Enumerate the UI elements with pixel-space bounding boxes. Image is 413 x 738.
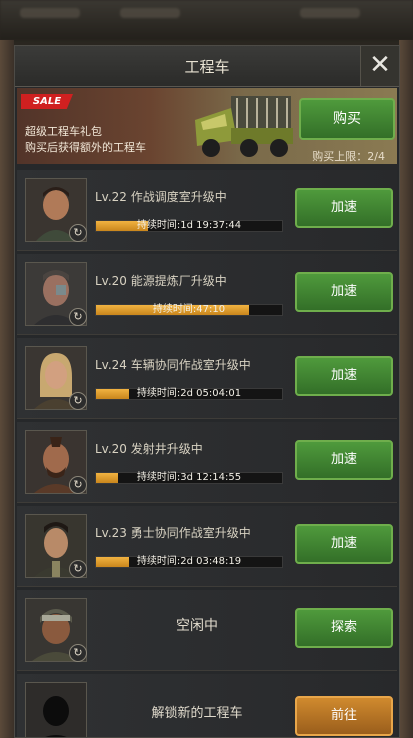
truck-image bbox=[195, 96, 293, 157]
timer-label: 持续时间:2d 05:04:01 bbox=[136, 388, 242, 399]
timer-label: 持续时间:2d 03:48:19 bbox=[136, 556, 242, 567]
task-label: Lv.20 能源提炼厂升级中 bbox=[95, 274, 227, 288]
close-button[interactable]: ✕ bbox=[360, 46, 399, 86]
idle-truck-slot: ↻ 空闲中 探索 bbox=[17, 590, 397, 671]
timer-label: 持续时间:3d 12:14:55 bbox=[136, 472, 242, 483]
buy-button[interactable]: 购买 bbox=[299, 98, 395, 140]
refresh-icon: ↻ bbox=[73, 646, 83, 659]
progress-bar: 持续时间:2d 05:04:01 bbox=[95, 388, 283, 400]
truck-slot: ↻ Lv.20 能源提炼厂升级中 持续时间:47:10 加速 bbox=[17, 254, 397, 335]
task-label: Lv.23 勇士协同作战室升级中 bbox=[95, 526, 251, 540]
refresh-icon: ↻ bbox=[73, 478, 83, 491]
background-left bbox=[0, 40, 14, 738]
progress-bar: 持续时间:47:10 bbox=[95, 304, 283, 316]
speed-up-button[interactable]: 加速 bbox=[295, 356, 393, 396]
engineering-truck-panel: 工程车 ✕ SALE 超级工程车礼包 购买后获得额外的工程车 购买 购买上限：2… bbox=[14, 45, 400, 738]
progress-bar: 持续时间:3d 12:14:55 bbox=[95, 472, 283, 484]
title-bar: 工程车 ✕ bbox=[15, 46, 399, 87]
refresh-icon: ↻ bbox=[73, 394, 83, 407]
swap-commander-button[interactable]: ↻ bbox=[69, 392, 87, 410]
truck-slot: ↻ Lv.20 发射井升级中 持续时间:3d 12:14:55 加速 bbox=[17, 422, 397, 503]
speed-up-button[interactable]: 加速 bbox=[295, 524, 393, 564]
swap-commander-button[interactable]: ↻ bbox=[69, 560, 87, 578]
refresh-icon: ↻ bbox=[73, 562, 83, 575]
gift-pack-description: 购买后获得额外的工程车 bbox=[25, 141, 146, 154]
task-label: Lv.22 作战调度室升级中 bbox=[95, 190, 227, 204]
task-label: Lv.24 车辆协同作战室升级中 bbox=[95, 358, 251, 372]
unlock-label: 解锁新的工程车 bbox=[151, 706, 243, 721]
explore-button[interactable]: 探索 bbox=[295, 608, 393, 648]
truck-slot: ↻ Lv.22 作战调度室升级中 持续时间:1d 19:37:44 加速 bbox=[17, 170, 397, 251]
background-header bbox=[0, 0, 413, 40]
background-right bbox=[399, 40, 413, 738]
speed-up-button[interactable]: 加速 bbox=[295, 188, 393, 228]
timer-label: 持续时间:1d 19:37:44 bbox=[136, 220, 242, 231]
gift-pack-name: 超级工程车礼包 bbox=[25, 125, 102, 138]
close-icon: ✕ bbox=[369, 50, 391, 80]
truck-slot: ↻ Lv.24 车辆协同作战室升级中 持续时间:2d 05:04:01 加速 bbox=[17, 338, 397, 419]
panel-title: 工程车 bbox=[184, 58, 230, 76]
progress-bar: 持续时间:1d 19:37:44 bbox=[95, 220, 283, 232]
timer-label: 持续时间:47:10 bbox=[152, 304, 226, 315]
speed-up-button[interactable]: 加速 bbox=[295, 272, 393, 312]
progress-bar: 持续时间:2d 03:48:19 bbox=[95, 556, 283, 568]
refresh-icon: ↻ bbox=[73, 310, 83, 323]
sale-badge: SALE bbox=[21, 94, 73, 109]
swap-commander-button[interactable]: ↻ bbox=[69, 308, 87, 326]
task-label: Lv.20 发射井升级中 bbox=[95, 442, 203, 456]
speed-up-button[interactable]: 加速 bbox=[295, 440, 393, 480]
locked-avatar bbox=[25, 682, 87, 737]
refresh-icon: ↻ bbox=[73, 226, 83, 239]
swap-commander-button[interactable]: ↻ bbox=[69, 224, 87, 242]
purchase-limit: 购买上限：2/4 bbox=[312, 150, 385, 163]
swap-commander-button[interactable]: ↻ bbox=[69, 476, 87, 494]
truck-slot: ↻ Lv.23 勇士协同作战室升级中 持续时间:2d 03:48:19 加速 bbox=[17, 506, 397, 587]
idle-status: 空闲中 bbox=[176, 618, 218, 634]
swap-commander-button[interactable]: ↻ bbox=[69, 644, 87, 662]
locked-truck-slot: 解锁新的工程车 前往 bbox=[17, 674, 397, 737]
go-button[interactable]: 前往 bbox=[295, 696, 393, 736]
gift-pack-banner: SALE 超级工程车礼包 购买后获得额外的工程车 购买 购买上限：2/4 bbox=[17, 88, 397, 164]
